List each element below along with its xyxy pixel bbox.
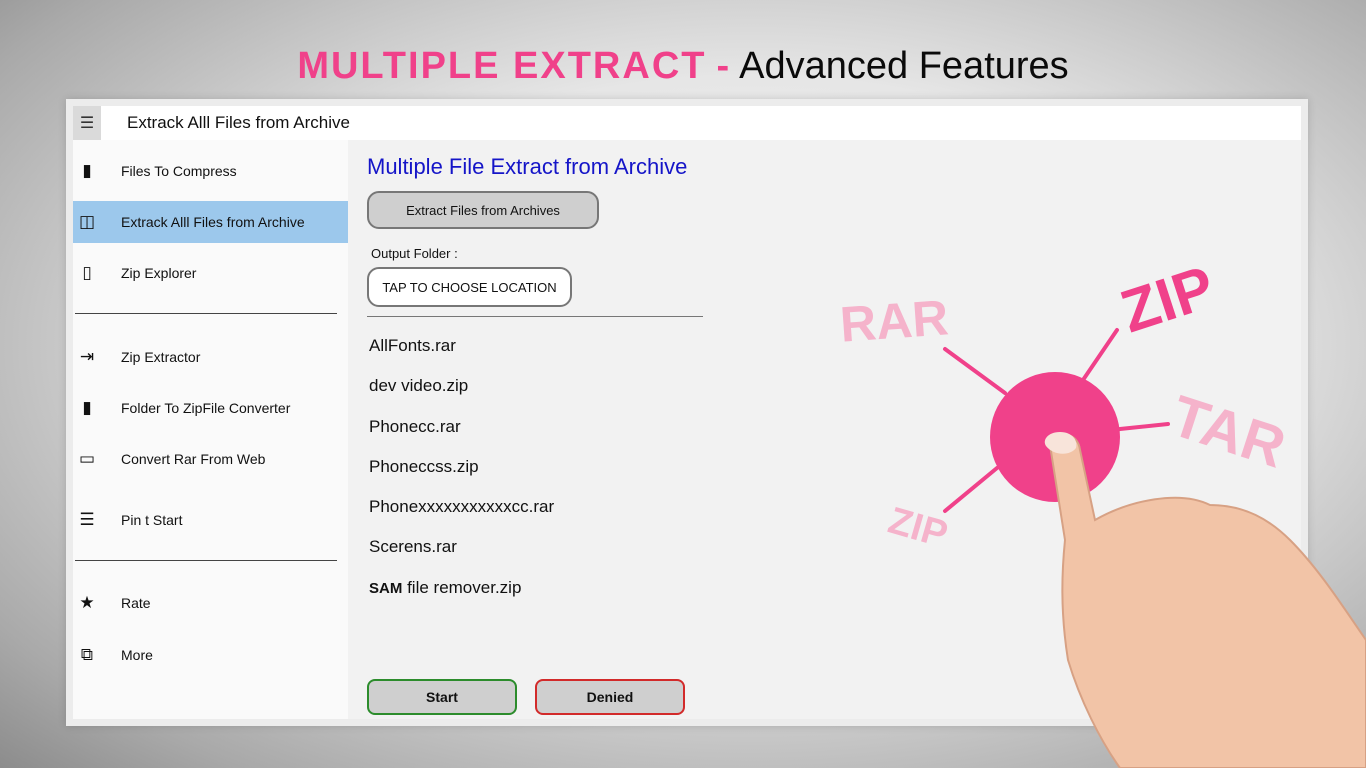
folder-icon: ▯: [82, 263, 92, 282]
folder-zip-icon: ▮: [82, 398, 92, 417]
headline-rest: Advanced Features: [739, 45, 1069, 87]
headline-separator: -: [716, 45, 730, 87]
page-title: Multiple File Extract from Archive: [367, 154, 688, 179]
start-button[interactable]: Start: [367, 679, 517, 715]
output-folder-label: Output Folder :: [371, 246, 458, 261]
choose-location-button[interactable]: TAP TO CHOOSE LOCATION: [367, 267, 572, 307]
content-divider: [367, 316, 703, 317]
sidebar-item-label: Pin t Start: [121, 512, 183, 528]
sidebar-item-files-to-compress[interactable]: ▮ Files To Compress: [73, 150, 348, 192]
file-icon: ▮: [82, 161, 92, 180]
sidebar-item-label: Folder To ZipFile Converter: [121, 400, 291, 416]
sidebar-item-convert-rar-web[interactable]: ▭ Convert Rar From Web: [73, 438, 348, 480]
extract-files-button[interactable]: Extract Files from Archives: [367, 191, 599, 229]
window-title: Extrack Alll Files from Archive: [127, 113, 350, 132]
file-list: AllFonts.rar dev video.zip Phonecc.rar P…: [369, 336, 554, 618]
sidebar-item-zip-extractor[interactable]: ⇥ Zip Extractor: [73, 336, 348, 378]
sidebar-item-label: Extrack Alll Files from Archive: [121, 214, 305, 230]
more-icon: ⧉: [80, 645, 94, 664]
headline-accent: MULTIPLE EXTRACT: [297, 45, 707, 87]
file-name: file remover.zip: [407, 577, 522, 597]
pin-icon: ☰: [79, 510, 95, 529]
sidebar-item-pin-start[interactable]: ☰ Pin t Start: [73, 499, 348, 541]
promo-headline: MULTIPLE EXTRACT - Advanced Features: [0, 40, 1366, 92]
sidebar-item-label: Zip Extractor: [121, 349, 201, 365]
list-item[interactable]: Phoneccss.zip: [369, 457, 554, 497]
archive-icon: ◫: [78, 212, 96, 231]
sidebar-item-label: Rate: [121, 595, 151, 611]
sidebar-item-label: More: [121, 647, 153, 663]
sidebar-item-label: Convert Rar From Web: [121, 451, 266, 467]
sidebar-divider: [75, 560, 337, 561]
extract-icon: ⇥: [79, 347, 95, 366]
list-item[interactable]: dev video.zip: [369, 376, 554, 416]
app-window: ☰ Extrack Alll Files from Archive ▮ File…: [66, 99, 1308, 726]
sidebar-item-rate[interactable]: ★ Rate: [73, 582, 348, 624]
title-bar: ☰ Extrack Alll Files from Archive: [73, 106, 1301, 140]
web-icon: ▭: [78, 449, 96, 468]
sidebar-item-label: Files To Compress: [121, 163, 237, 179]
sidebar-item-more[interactable]: ⧉ More: [73, 634, 348, 676]
list-item[interactable]: Scerens.rar: [369, 537, 554, 577]
sidebar-item-label: Zip Explorer: [121, 265, 197, 281]
star-icon: ★: [79, 593, 95, 612]
sidebar-item-folder-to-zip[interactable]: ▮ Folder To ZipFile Converter: [73, 387, 348, 429]
sidebar: ▮ Files To Compress ◫ Extrack Alll Files…: [73, 140, 348, 719]
denied-button[interactable]: Denied: [535, 679, 685, 715]
sidebar-divider: [75, 313, 337, 314]
sidebar-item-extract-all[interactable]: ◫ Extrack Alll Files from Archive: [73, 201, 348, 243]
main-content: Multiple File Extract from Archive Extra…: [348, 140, 1301, 719]
sidebar-item-zip-explorer[interactable]: ▯ Zip Explorer: [73, 252, 348, 294]
list-item[interactable]: SAM file remover.zip: [369, 578, 554, 618]
list-item[interactable]: Phonecc.rar: [369, 417, 554, 457]
hamburger-icon[interactable]: ☰: [73, 106, 101, 140]
list-item[interactable]: AllFonts.rar: [369, 336, 554, 376]
file-prefix: SAM: [369, 579, 403, 597]
list-item[interactable]: Phonexxxxxxxxxxxcc.rar: [369, 497, 554, 537]
